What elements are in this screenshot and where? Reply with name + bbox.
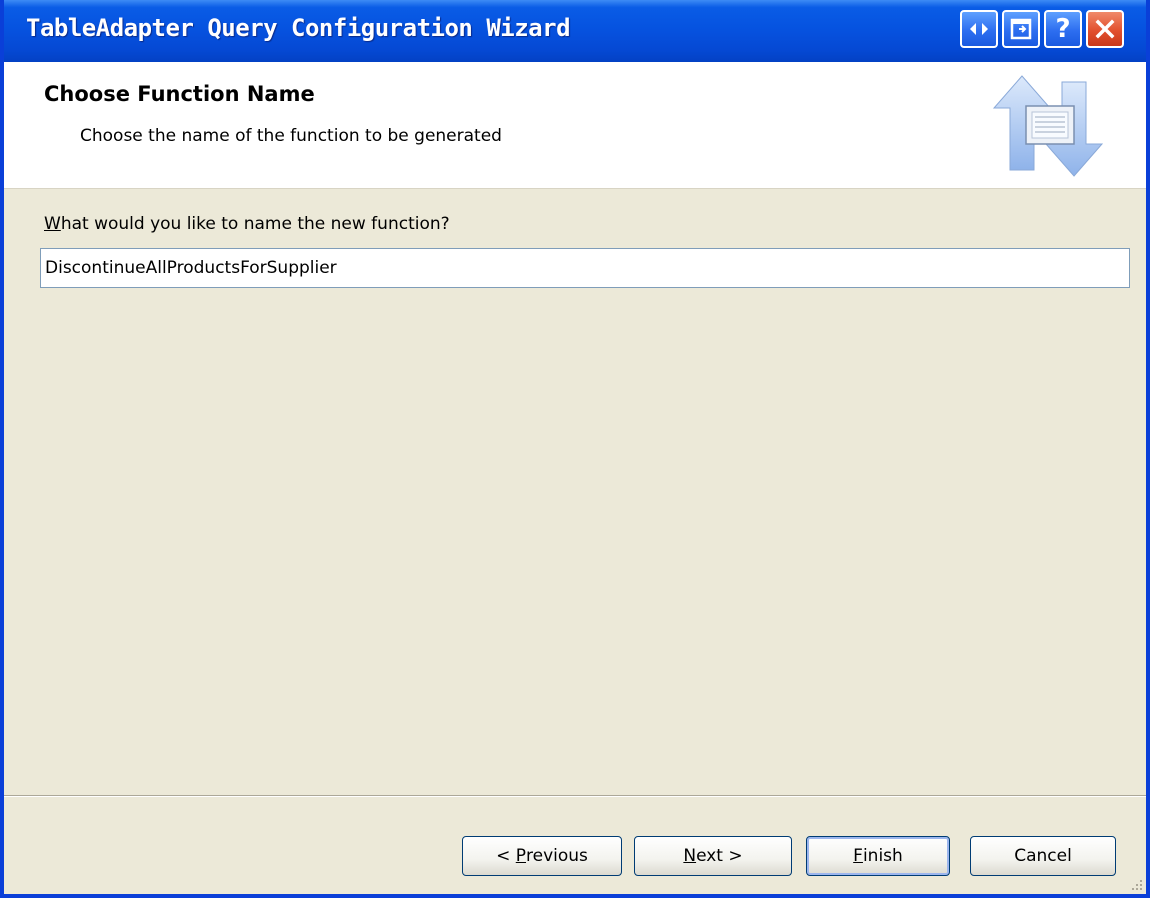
page-subtitle: Choose the name of the function to be ge…	[80, 126, 502, 146]
function-name-label: What would you like to name the new func…	[44, 214, 450, 234]
function-name-input[interactable]	[40, 248, 1130, 288]
previous-accel: P	[515, 846, 527, 866]
arrows-left-right-icon	[970, 23, 988, 35]
finish-rest: inish	[862, 846, 903, 866]
page-title: Choose Function Name	[44, 82, 315, 106]
window-title: TableAdapter Query Configuration Wizard	[26, 14, 571, 42]
function-name-label-accel: W	[44, 214, 61, 234]
next-rest: ext >	[696, 846, 743, 866]
close-button[interactable]	[1086, 10, 1124, 48]
next-button[interactable]: Next >	[634, 836, 792, 876]
restore-button[interactable]	[1002, 10, 1040, 48]
cancel-button[interactable]: Cancel	[970, 836, 1116, 876]
function-name-label-text: hat would you like to name the new funct…	[60, 214, 450, 234]
help-label: ?	[1055, 14, 1071, 44]
wizard-header: Choose Function Name Choose the name of …	[4, 62, 1146, 189]
footer-separator	[4, 795, 1146, 797]
resize-grip-icon[interactable]	[1128, 876, 1144, 892]
cancel-label: Cancel	[1014, 846, 1072, 866]
previous-prefix: <	[496, 846, 516, 866]
restore-window-icon	[1010, 18, 1032, 40]
wizard-data-transfer-icon	[992, 75, 1104, 177]
finish-accel: F	[853, 846, 863, 866]
next-accel: N	[683, 846, 697, 866]
previous-button[interactable]: < Previous	[462, 836, 622, 876]
title-bar[interactable]: TableAdapter Query Configuration Wizard …	[4, 0, 1146, 62]
arrows-left-right-button[interactable]	[960, 10, 998, 48]
help-button[interactable]: ?	[1044, 10, 1082, 48]
previous-rest: revious	[526, 846, 588, 866]
wizard-window: TableAdapter Query Configuration Wizard …	[0, 0, 1150, 898]
close-icon	[1095, 19, 1115, 39]
finish-button[interactable]: Finish	[806, 836, 950, 876]
